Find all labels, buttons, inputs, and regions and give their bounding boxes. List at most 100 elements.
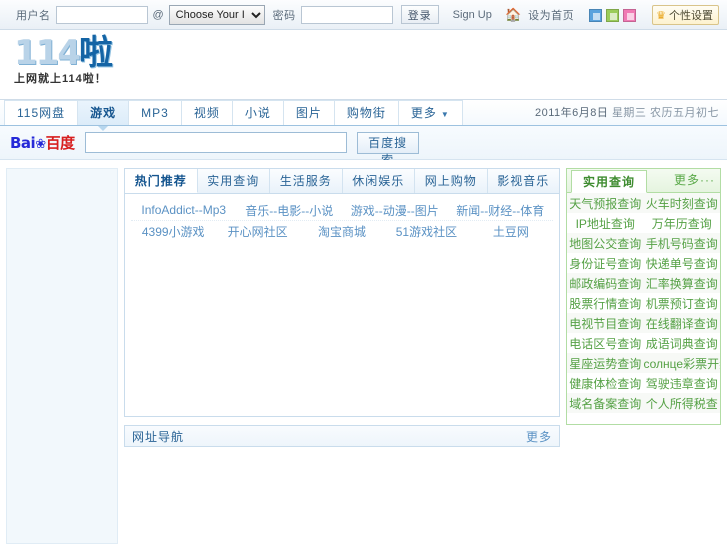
utility-link[interactable]: 身份证号查询 <box>567 255 644 272</box>
tab-label: 影视音乐 <box>497 174 550 188</box>
set-homepage-link[interactable]: 设为首页 <box>528 7 574 23</box>
baidu-logo-bai: Bai <box>10 134 36 152</box>
utility-link[interactable]: 地图公交查询 <box>567 235 644 252</box>
nav-tab-label: 115网盘 <box>17 106 66 120</box>
utility-link[interactable]: 域名备案查询 <box>567 395 644 412</box>
link-item[interactable]: 4399小游戏 <box>131 223 215 240</box>
nav-tab-4[interactable]: 小说 <box>231 100 284 125</box>
logo-tagline: 上网就上114啦！ <box>14 73 107 85</box>
utility-link[interactable]: 天气预报查询 <box>567 195 644 212</box>
home-icon: 🏠 <box>504 7 522 22</box>
tab-label: 网上购物 <box>424 174 477 188</box>
link-item[interactable]: 土豆网 <box>469 223 553 240</box>
tab-label: 实用查询 <box>207 174 260 188</box>
password-input[interactable] <box>300 5 393 24</box>
theme-blue-swatch[interactable] <box>589 8 603 22</box>
left-sidebar-panel <box>6 168 118 544</box>
nav-tab-label: 图片 <box>295 106 322 120</box>
utility-row: 健康体检查询 驾驶违章查询 <box>567 373 720 393</box>
login-button[interactable]: 登录 <box>400 5 439 24</box>
current-date: 2011年6月8日 <box>534 107 609 119</box>
bottom-bar-title: 网址导航 <box>132 429 185 444</box>
utility-link[interactable]: 邮政编码查询 <box>567 275 644 292</box>
tab-recommend-4[interactable]: 网上购物 <box>415 169 488 193</box>
utility-row: 电话区号查询 成语词典查询 <box>567 333 720 353</box>
utility-link[interactable]: 健康体检查询 <box>567 375 644 392</box>
skin-settings-button[interactable]: ♛ 个性设置 <box>652 5 719 25</box>
utility-link[interactable]: 在线翻译查询 <box>644 315 721 332</box>
link-item[interactable]: 51游戏社区 <box>384 223 468 240</box>
recommend-link-list: InfoAddict--Mp3 音乐--电影--小说 游戏--动漫--图片 新闻… <box>125 194 559 416</box>
utility-link[interactable]: 机票预订查询 <box>644 295 721 312</box>
theme-green-swatch[interactable] <box>606 8 620 22</box>
utility-row: 天气预报查询 火车时刻查询 <box>567 193 720 213</box>
nav-date-block: 2011年6月8日 星期三 农历五月初七 <box>535 104 719 120</box>
utility-link[interactable]: 星座运势查询 <box>567 355 644 372</box>
link-item[interactable]: 游戏--动漫--图片 <box>342 202 448 219</box>
tab-label: 休闲娱乐 <box>352 174 405 188</box>
utility-link[interactable]: 快递单号查询 <box>644 255 721 272</box>
site-logo[interactable]: 114啦 上网就上114啦！ <box>14 33 113 86</box>
tab-label: 生活服务 <box>279 174 332 188</box>
link-item[interactable]: 新闻--财经--体育 <box>448 202 554 219</box>
password-label: 密码 <box>272 9 296 22</box>
nav-tab-2[interactable]: MP3 <box>128 100 182 125</box>
nav-tab-0[interactable]: 115网盘 <box>4 100 79 125</box>
baidu-logo-cn: 百度 <box>45 134 76 152</box>
page-content: 热门推荐 实用查询 生活服务 休闲娱乐 网上购物 影视音乐 InfoAddict… <box>0 160 727 544</box>
utility-link[interactable]: 股票行情查询 <box>567 295 644 312</box>
link-item[interactable]: 淘宝商城 <box>300 223 384 240</box>
current-weekday: 星期三 <box>611 107 647 119</box>
utility-link[interactable]: 手机号码查询 <box>644 235 721 252</box>
utility-query-panel: 实用查询 更多··· 天气预报查询 火车时刻查询 IP地址查询 万年历查询 地图… <box>566 168 721 425</box>
nav-tab-7[interactable]: 更多 ▼ <box>397 100 463 125</box>
utility-link[interactable]: 万年历查询 <box>644 215 721 232</box>
utility-link[interactable]: IP地址查询 <box>567 215 644 232</box>
link-item[interactable]: 音乐--电影--小说 <box>237 202 343 219</box>
signup-link[interactable]: Sign Up <box>453 9 492 21</box>
utility-panel-header: 实用查询 更多··· <box>567 169 720 193</box>
utility-panel-tab[interactable]: 实用查询 <box>571 170 648 193</box>
recommend-tab-strip: 热门推荐 实用查询 生活服务 休闲娱乐 网上购物 影视音乐 <box>125 169 559 194</box>
logo-text: 114啦 <box>14 33 113 73</box>
tab-recommend-3[interactable]: 休闲娱乐 <box>342 169 415 193</box>
utility-link[interactable]: 成语词典查询 <box>644 335 721 352</box>
utility-link[interactable]: 电视节目查询 <box>567 315 644 332</box>
utility-row: 电视节目查询 在线翻译查询 <box>567 313 720 333</box>
logo-number: 114 <box>14 33 81 73</box>
nav-tab-label: 游戏 <box>90 106 117 120</box>
nav-tab-5[interactable]: 图片 <box>282 100 335 125</box>
utility-link[interactable]: 驾驶违章查询 <box>644 375 721 392</box>
utility-link[interactable]: 个人所得税查 <box>644 395 721 412</box>
utility-link[interactable]: 汇率换算查询 <box>644 275 721 292</box>
crown-icon: ♛ <box>656 9 666 22</box>
center-column: 热门推荐 实用查询 生活服务 休闲娱乐 网上购物 影视音乐 InfoAddict… <box>124 168 560 544</box>
baidu-logo[interactable]: Bai❀百度 <box>10 132 75 153</box>
nav-tab-1[interactable]: 游戏 <box>77 100 130 131</box>
nav-tab-6[interactable]: 购物街 <box>333 100 399 125</box>
logo-suffix: 啦 <box>78 33 113 73</box>
logo-area: 114啦 上网就上114啦！ <box>0 30 727 99</box>
tab-label: 热门推荐 <box>134 174 187 188</box>
search-bar: Bai❀百度 百度搜索 <box>0 126 727 167</box>
tab-recommend-2[interactable]: 生活服务 <box>270 169 343 193</box>
domain-select[interactable]: Choose Your I <box>168 4 265 25</box>
tab-recommend-1[interactable]: 实用查询 <box>197 169 270 193</box>
utility-link[interactable]: солнце彩票开奖 <box>644 355 721 372</box>
search-input[interactable] <box>84 132 347 153</box>
utility-panel-more-link[interactable]: 更多··· <box>674 169 715 192</box>
username-input[interactable] <box>55 5 148 24</box>
bottom-bar-more-link[interactable]: 更多 <box>526 428 552 445</box>
utility-link-list: 天气预报查询 火车时刻查询 IP地址查询 万年历查询 地图公交查询 手机号码查询… <box>567 193 720 424</box>
nav-tab-3[interactable]: 视频 <box>180 100 233 125</box>
tab-recommend-5[interactable]: 影视音乐 <box>487 169 559 193</box>
link-item[interactable]: InfoAddict--Mp3 <box>131 203 237 217</box>
link-item[interactable]: 开心网社区 <box>215 223 299 240</box>
utility-link[interactable]: 火车时刻查询 <box>644 195 721 212</box>
nav-tab-label: 视频 <box>193 106 220 120</box>
search-button[interactable]: 百度搜索 <box>356 131 419 167</box>
tab-recommend-0[interactable]: 热门推荐 <box>125 169 198 193</box>
theme-pink-swatch[interactable] <box>623 8 637 22</box>
bottom-filler <box>124 455 560 544</box>
utility-link[interactable]: 电话区号查询 <box>567 335 644 352</box>
